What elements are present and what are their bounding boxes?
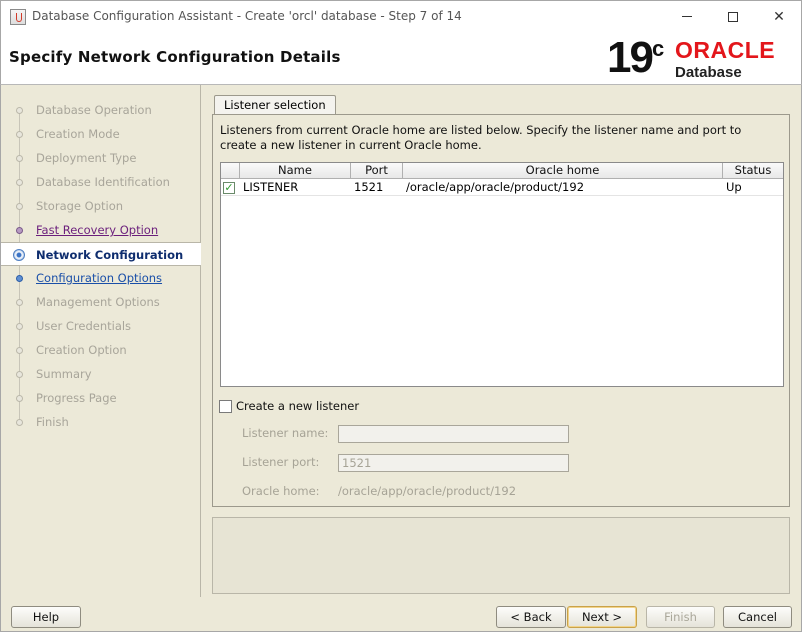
listener-description: Listeners from current Oracle home are l… [220,123,742,152]
step-indicator-icon [16,227,23,234]
listener-table: Name Port Oracle home Status ✓ LISTENER … [220,162,784,387]
cancel-button[interactable]: Cancel [723,606,792,628]
listener-oracle-home-cell: /oracle/app/oracle/product/192 [406,180,585,194]
step-item-fast-recovery-option[interactable]: Fast Recovery Option [1,219,201,241]
create-new-listener-checkbox[interactable] [219,400,232,413]
main-area: Database Operation Creation Mode Deploymen… [0,85,802,632]
message-area [212,517,790,594]
column-header-name[interactable]: Name [240,163,351,179]
step-label: Progress Page [36,391,117,405]
window-title: Database Configuration Assistant - Creat… [32,9,462,23]
step-indicator-icon [16,347,23,354]
step-indicator-icon [16,131,23,138]
java-app-icon [10,9,26,25]
oracle-home-value: /oracle/app/oracle/product/192 [338,484,517,498]
listener-table-header: Name Port Oracle home Status [221,163,783,179]
step-label: Deployment Type [36,151,137,165]
step-item-configuration-options[interactable]: Configuration Options [1,267,201,289]
minimize-icon[interactable] [664,1,710,32]
step-item-storage-option: Storage Option [1,195,201,217]
step-label: Configuration Options [36,271,163,285]
listener-name-input[interactable] [338,425,569,443]
listener-port-label: Listener port: [242,455,320,469]
step-label: Creation Mode [36,127,120,141]
finish-button[interactable]: Finish [646,606,715,628]
step-indicator-icon [16,395,23,402]
step-indicator-icon [16,299,23,306]
column-header-status[interactable]: Status [723,163,783,179]
step-indicator-icon [16,155,23,162]
table-row[interactable]: ✓ LISTENER 1521 /oracle/app/oracle/produ… [221,180,783,196]
close-icon[interactable]: ✕ [756,1,802,32]
oracle-19c-logo: 19c ORACLE Database [607,33,776,82]
column-header-port[interactable]: Port [351,163,403,179]
listener-name-label: Listener name: [242,426,329,440]
step-item-database-identification: Database Identification [1,171,201,193]
tab-listener-selection[interactable]: Listener selection [214,95,336,115]
page-title: Specify Network Configuration Details [9,48,341,66]
listener-name-cell: LISTENER [243,180,299,194]
step-item-summary: Summary [1,363,201,385]
step-indicator-icon [16,323,23,330]
step-indicator-icon [16,179,23,186]
step-item-finish: Finish [1,411,201,433]
step-label: Summary [36,367,92,381]
step-label: Finish [36,415,69,429]
step-indicator-icon [16,275,23,282]
column-header-select[interactable] [221,163,240,179]
step-indicator-icon [16,419,23,426]
back-button[interactable]: < Back [496,606,566,628]
step-item-deployment-type: Deployment Type [1,147,201,169]
step-label: Database Operation [36,103,152,117]
step-label: Storage Option [36,199,124,213]
step-label: Creation Option [36,343,127,357]
step-item-management-options: Management Options [1,291,201,313]
step-item-database-operation: Database Operation [1,99,201,121]
page-header: Specify Network Configuration Details 19… [0,31,802,85]
step-label: Management Options [36,295,160,309]
oracle-home-label: Oracle home: [242,484,320,498]
step-item-creation-mode: Creation Mode [1,123,201,145]
listener-port-input[interactable]: 1521 [338,454,569,472]
next-button[interactable]: Next > [567,606,637,628]
listener-port-cell: 1521 [354,180,384,194]
steps-sidebar: Database Operation Creation Mode Deploymen… [1,85,201,597]
step-label: Fast Recovery Option [36,223,159,237]
step-item-network-configuration[interactable]: Network Configuration [1,242,201,266]
listener-selection-panel: Listeners from current Oracle home are l… [212,114,790,507]
step-item-creation-option: Creation Option [1,339,201,361]
column-header-oracle-home[interactable]: Oracle home [403,163,723,179]
maximize-icon[interactable] [710,1,756,32]
create-new-listener-label[interactable]: Create a new listener [236,399,359,413]
step-label: Network Configuration [36,248,184,262]
step-item-progress-page: Progress Page [1,387,201,409]
step-indicator-icon [13,249,25,261]
step-indicator-icon [16,107,23,114]
step-indicator-icon [16,203,23,210]
step-item-user-credentials: User Credentials [1,315,201,337]
step-indicator-icon [16,371,23,378]
step-label: Database Identification [36,175,170,189]
window-titlebar: Database Configuration Assistant - Creat… [0,0,802,31]
help-button[interactable]: Help [11,606,81,628]
listener-select-checkbox[interactable]: ✓ [223,182,235,194]
step-label: User Credentials [36,319,132,333]
listener-status-cell: Up [726,180,742,194]
